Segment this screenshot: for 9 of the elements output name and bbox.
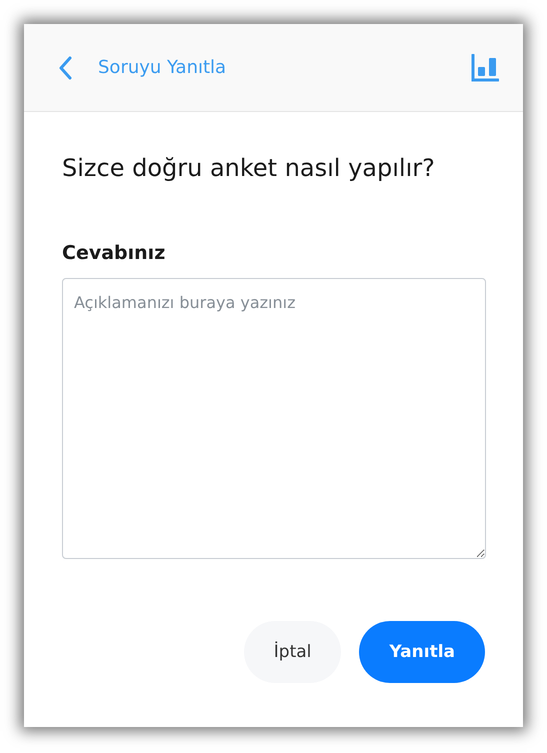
header-title: Soruyu Yanıtla [98, 57, 228, 78]
answer-label: Cevabınız [62, 242, 166, 264]
cancel-button[interactable]: İptal [244, 621, 342, 683]
question-text: Sizce doğru anket nasıl yapılır? [62, 154, 436, 182]
answer-field[interactable]: Açıklamanızı buraya yazınız [62, 278, 486, 559]
bar-chart-icon [471, 54, 499, 82]
back-icon [58, 56, 72, 80]
reply-button[interactable]: Yanıtla [359, 621, 485, 683]
stats-button[interactable] [471, 54, 499, 82]
